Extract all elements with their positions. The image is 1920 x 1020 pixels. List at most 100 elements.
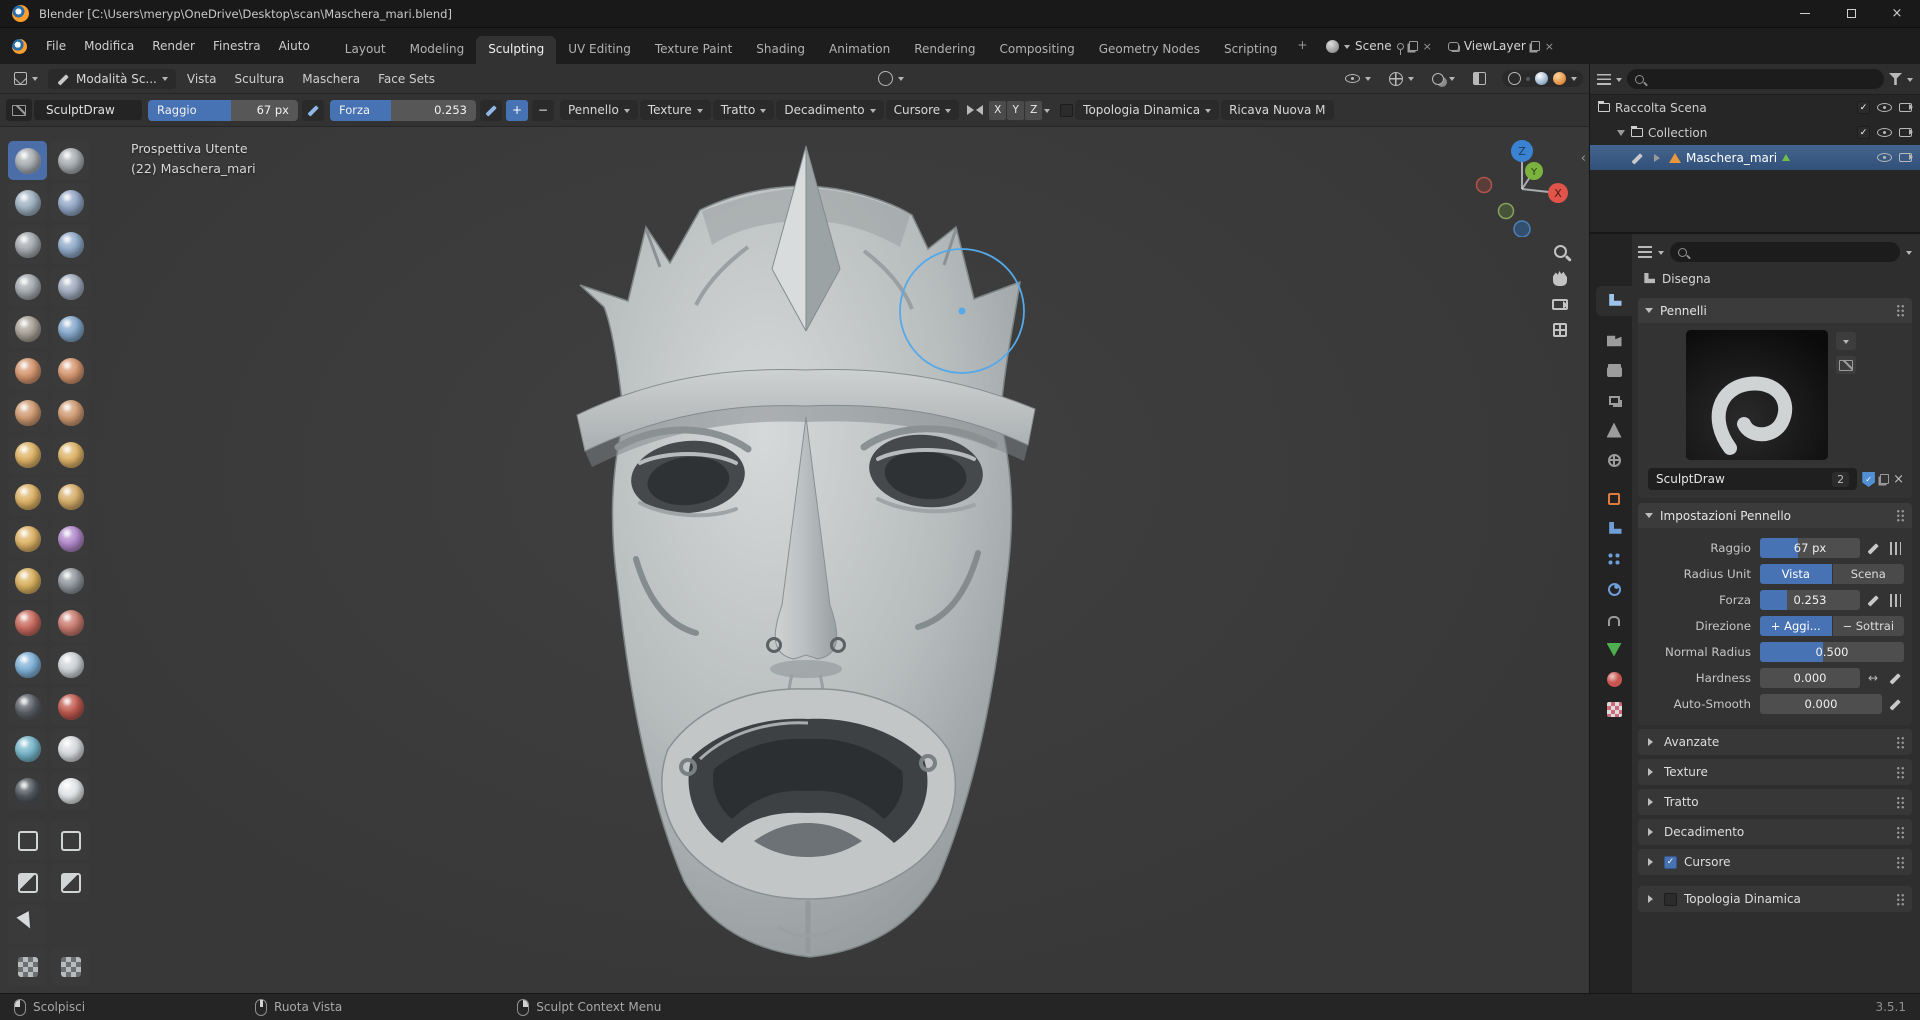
brush-tool-fill[interactable] <box>51 351 90 390</box>
panel-drag-handle[interactable] <box>1896 765 1905 779</box>
outliner-row-raccolta-scena[interactable]: Raccolta Scena ✓ <box>1590 95 1920 120</box>
brush-tool-flatten[interactable] <box>8 351 47 390</box>
dyntopo-dropdown[interactable]: Topologia Dinamica <box>1075 100 1220 120</box>
sidebar-collapse-arrow[interactable]: ‹ <box>1581 151 1586 166</box>
pen-pressure-toggle[interactable] <box>1864 591 1882 609</box>
brush-tool-clay-thumb[interactable] <box>8 225 47 264</box>
cursore-checkbox[interactable]: ✓ <box>1664 855 1677 869</box>
outliner-row-collection[interactable]: Collection ✓ <box>1590 120 1920 145</box>
brush-settings-header[interactable]: Impostazioni Pennello <box>1638 503 1912 528</box>
strength-slider[interactable]: Forza 0.253 <box>330 99 476 121</box>
tool-box-mask[interactable] <box>8 821 47 860</box>
gizmo-neg-x[interactable] <box>1475 176 1493 194</box>
disclosure-closed-icon[interactable] <box>1654 153 1664 162</box>
header-menu-face-sets[interactable]: Face Sets <box>369 68 444 90</box>
overlays-toggle[interactable] <box>1424 70 1463 88</box>
brush-tool-multiplane-scrape[interactable] <box>51 393 90 432</box>
viewlayer-selector[interactable]: ViewLayer × <box>1442 36 1560 56</box>
panel-avanzate[interactable]: Avanzate <box>1638 729 1912 755</box>
dropdown-texture[interactable]: Texture <box>639 100 711 120</box>
properties-tab-render[interactable] <box>1596 325 1632 355</box>
brush-name-field[interactable]: SculptDraw 2 <box>1648 468 1858 490</box>
menu-file[interactable]: File <box>37 35 75 57</box>
properties-tab-physics[interactable] <box>1596 574 1632 604</box>
panel-drag-handle[interactable] <box>1896 855 1905 869</box>
remesh-button[interactable]: Ricava Nuova M <box>1221 100 1334 120</box>
setting-slider-hardness[interactable]: 0.000 <box>1760 668 1860 688</box>
brush-tool-snake-hook[interactable] <box>51 477 90 516</box>
brush-tool-slide-relax[interactable] <box>8 603 47 642</box>
close-button[interactable]: × <box>1874 0 1920 27</box>
brush-tool-blob[interactable] <box>51 267 90 306</box>
panel-drag-handle[interactable] <box>1896 892 1905 906</box>
shading-solid-button[interactable] <box>1526 76 1531 81</box>
viewport-3d[interactable]: Prospettiva Utente (22) Maschera_mari Z … <box>0 127 1589 993</box>
brush-tool-elastic-deform[interactable] <box>8 477 47 516</box>
outliner-editor-icon[interactable] <box>1597 73 1611 85</box>
workspace-tab-texture-paint[interactable]: Texture Paint <box>643 36 744 64</box>
filter-icon[interactable] <box>1889 73 1902 85</box>
shading-material-button[interactable] <box>1535 72 1549 85</box>
panel-tratto[interactable]: Tratto <box>1638 789 1912 815</box>
direction-add-button[interactable]: + <box>506 99 528 121</box>
brush-tool-scrape[interactable] <box>8 393 47 432</box>
unlink-brush-icon[interactable]: × <box>1893 473 1904 486</box>
panel-cursore[interactable]: ✓ Cursore <box>1638 849 1912 875</box>
falloff-button[interactable] <box>870 68 912 89</box>
menu-render[interactable]: Render <box>143 35 204 57</box>
panel-drag-handle[interactable] <box>1896 304 1905 317</box>
menu-aiuto[interactable]: Aiuto <box>270 35 319 57</box>
panel-drag-handle[interactable] <box>1896 795 1905 809</box>
brush-tool-clay-strips[interactable] <box>51 183 90 222</box>
segment-aggi[interactable]: + Aggi... <box>1760 616 1832 636</box>
setting-slider-forza[interactable]: 0.253 <box>1760 590 1860 610</box>
brush-icon-button[interactable] <box>1836 356 1856 374</box>
menu-finestra[interactable]: Finestra <box>204 35 270 57</box>
object-visibility-dropdown[interactable] <box>1337 70 1379 87</box>
workspace-tab-compositing[interactable]: Compositing <box>988 36 1087 64</box>
exclude-checkbox[interactable]: ✓ <box>1857 101 1870 114</box>
menu-modifica[interactable]: Modifica <box>75 35 143 57</box>
pen-pressure-toggle[interactable] <box>1886 669 1904 687</box>
gizmo-neg-z[interactable] <box>1513 220 1531 237</box>
viewport-canvas[interactable] <box>0 127 1589 993</box>
properties-tab-object-data[interactable] <box>1596 634 1632 664</box>
setting-slider-raggio[interactable]: 67 px <box>1760 538 1860 558</box>
panel-decadimento[interactable]: Decadimento <box>1638 819 1912 845</box>
close-viewlayer-icon[interactable]: × <box>1545 40 1554 53</box>
brush-tool-rotate[interactable] <box>51 561 90 600</box>
brush-tool-smooth[interactable] <box>51 309 90 348</box>
workspace-tab-rendering[interactable]: Rendering <box>902 36 987 64</box>
properties-tab-scene[interactable] <box>1596 415 1632 445</box>
brush-tool-simplify[interactable] <box>51 645 90 684</box>
dyntopo-checkbox[interactable] <box>1060 103 1074 117</box>
segment-sottrai[interactable]: − Sottrai <box>1832 616 1904 636</box>
workspace-tab-layout[interactable]: Layout <box>333 36 398 64</box>
brush-tool-pinch[interactable] <box>8 435 47 474</box>
workspace-tab-scripting[interactable]: Scripting <box>1212 36 1289 64</box>
brush-tool-layer[interactable] <box>51 225 90 264</box>
add-workspace-button[interactable]: + <box>1289 32 1315 60</box>
brush-tool-boundary[interactable] <box>51 603 90 642</box>
pin-icon[interactable] <box>1396 42 1404 55</box>
navigation-gizmo[interactable]: Z X Y <box>1472 137 1572 237</box>
properties-tab-object[interactable] <box>1596 484 1632 514</box>
fake-user-shield-icon[interactable]: ✓ <box>1862 471 1875 487</box>
brush-tool-draw-face-sets[interactable] <box>51 687 90 726</box>
brush-name-button[interactable]: SculptDraw <box>34 100 142 120</box>
scene-selector[interactable]: Scene × <box>1320 36 1438 56</box>
tool-cloth-filter[interactable] <box>51 947 90 986</box>
zoom-icon[interactable] <box>1553 245 1567 258</box>
render-camera-icon[interactable] <box>1899 153 1913 162</box>
tool-transform-arrow[interactable] <box>8 905 47 944</box>
visibility-eye-icon[interactable] <box>1877 153 1892 162</box>
shading-rendered-button[interactable] <box>1553 72 1567 85</box>
texture-bars-button[interactable] <box>1886 591 1904 609</box>
brush-tool-paint[interactable] <box>8 771 47 810</box>
topologia dinamica-checkbox[interactable] <box>1664 892 1677 906</box>
direction-subtract-button[interactable]: − <box>532 99 554 121</box>
axis-toggle-z[interactable]: Z <box>1025 100 1043 120</box>
segment-scena[interactable]: Scena <box>1832 564 1904 584</box>
panel-topologia-dinamica[interactable]: Topologia Dinamica <box>1638 886 1912 912</box>
workspace-tab-sculpting[interactable]: Sculpting <box>476 36 557 64</box>
